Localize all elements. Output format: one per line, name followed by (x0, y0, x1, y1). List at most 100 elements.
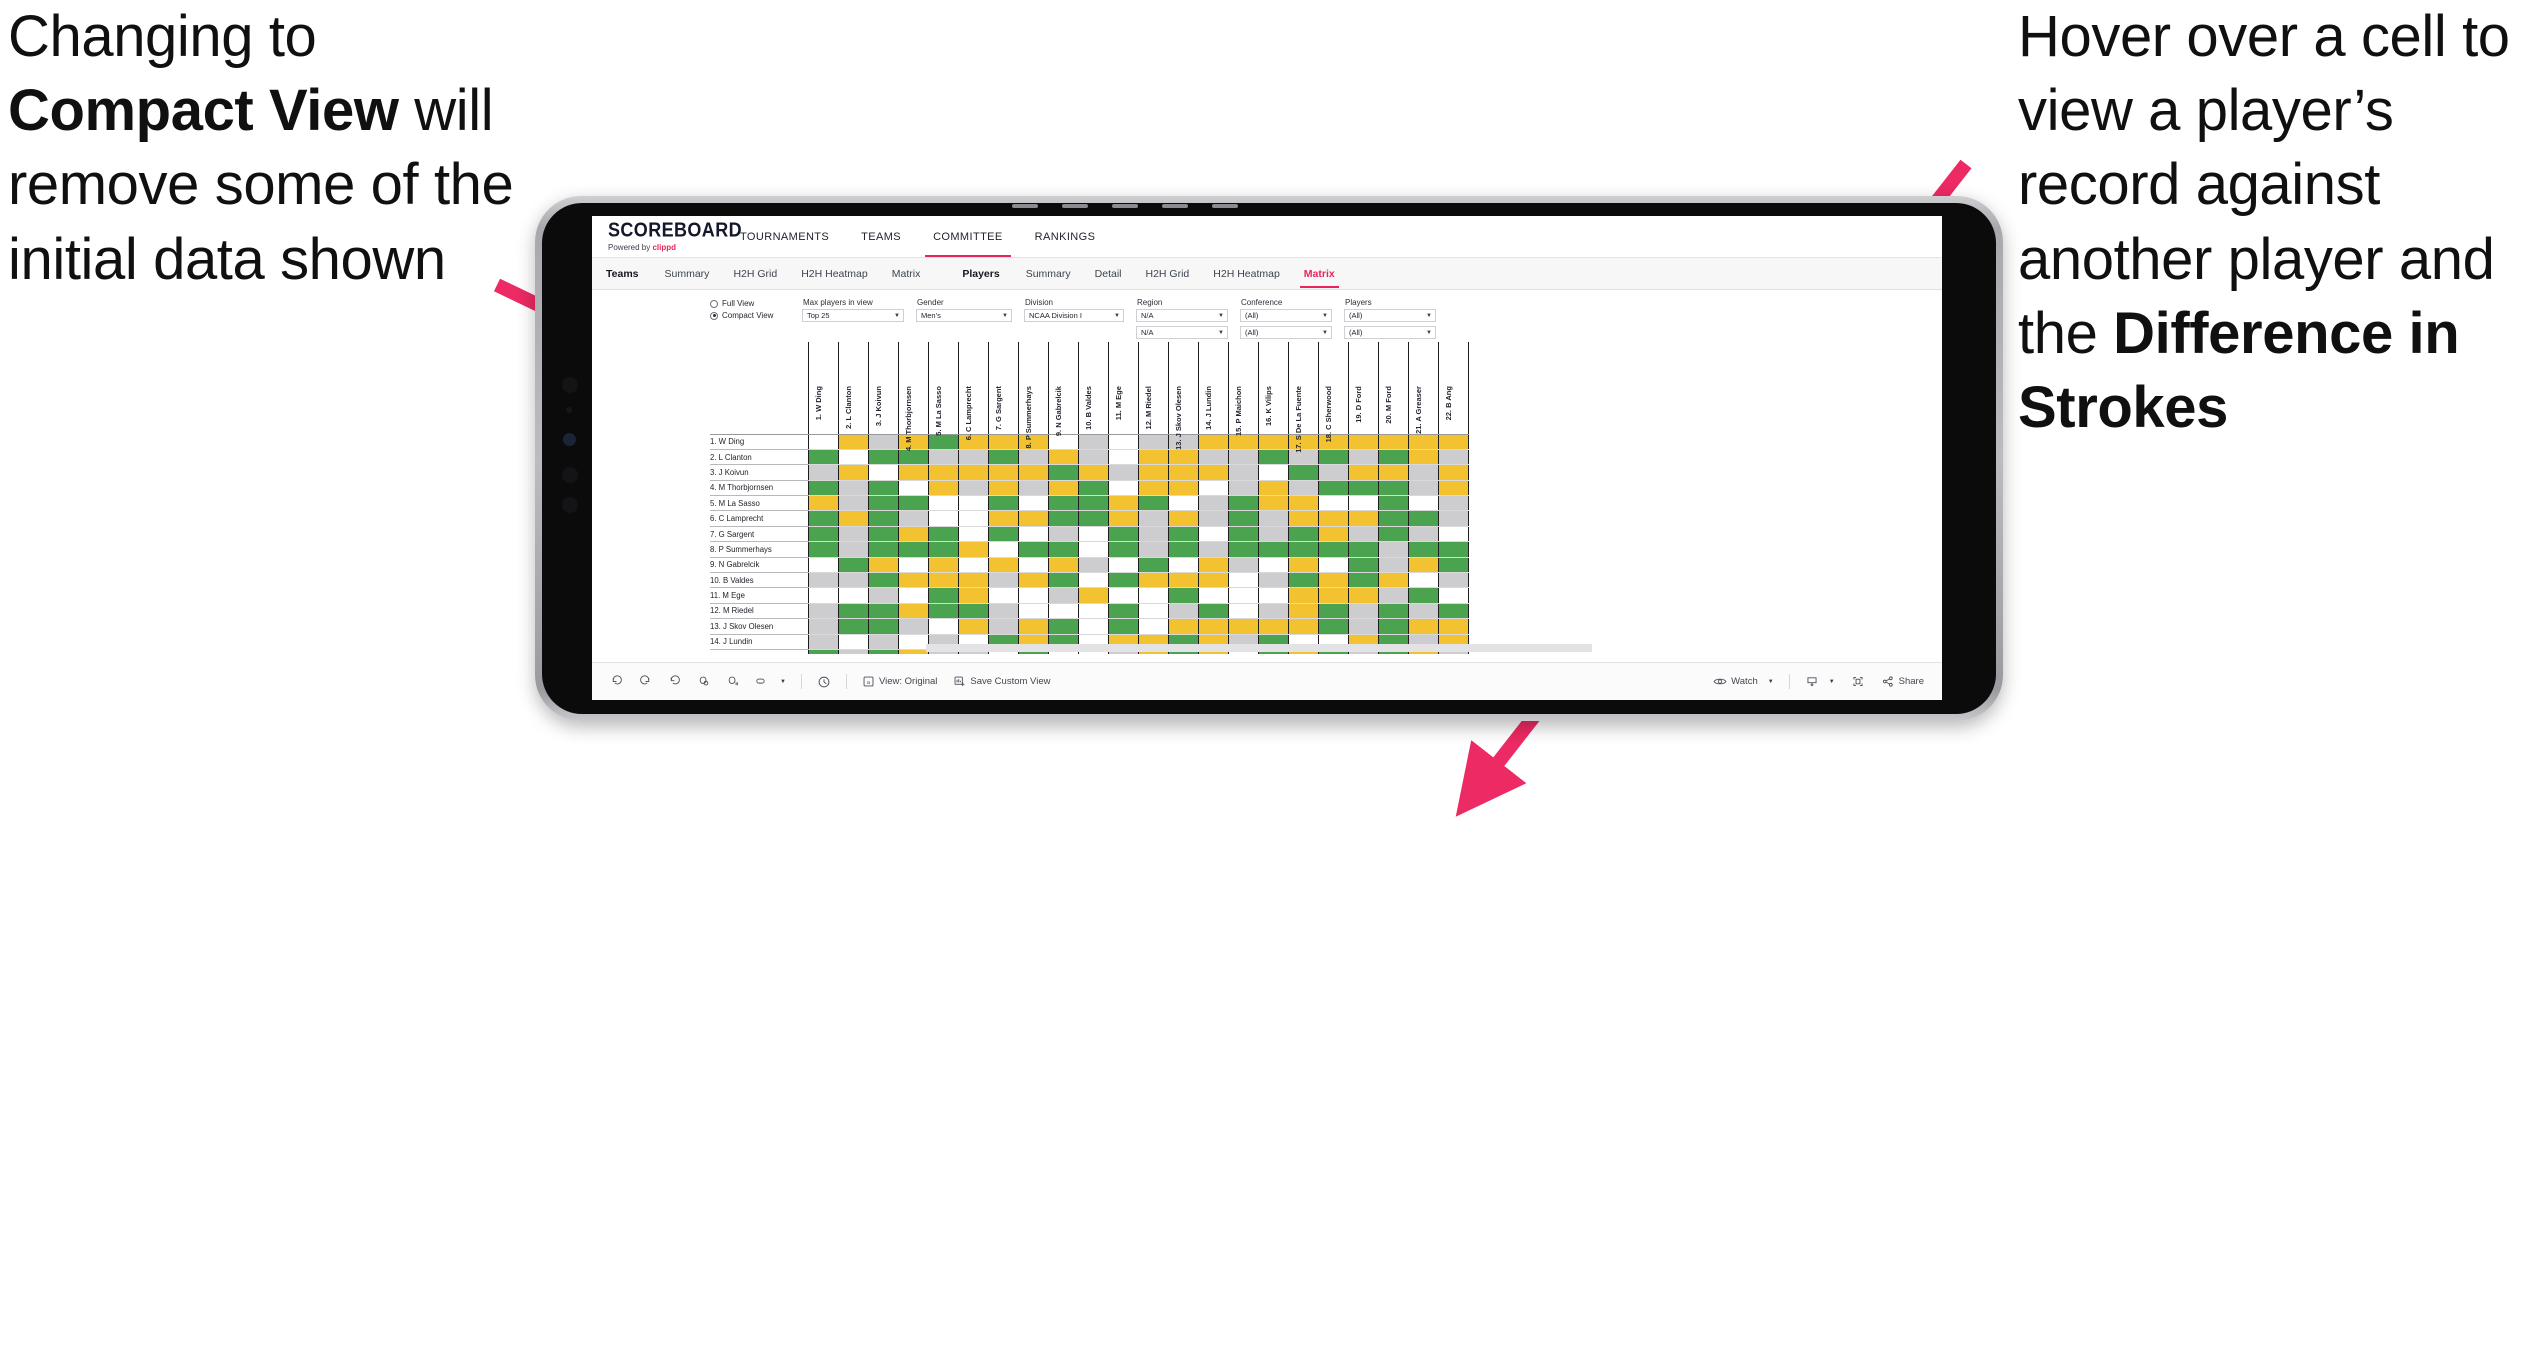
matrix-cell[interactable] (807, 649, 839, 654)
matrix-cell[interactable] (1017, 572, 1049, 589)
subnav-item-teams_group-h2h-grid[interactable]: H2H Grid (721, 258, 789, 290)
matrix-cell[interactable] (1017, 510, 1049, 527)
matrix-cell[interactable] (1197, 557, 1229, 574)
matrix-cell[interactable] (837, 618, 869, 635)
matrix-cell[interactable] (1437, 587, 1469, 604)
matrix-cell[interactable] (807, 557, 839, 574)
matrix-cell[interactable] (897, 541, 929, 558)
matrix-cell[interactable] (867, 572, 899, 589)
matrix-cell[interactable] (1437, 510, 1469, 527)
matrix-cell[interactable] (1197, 449, 1229, 466)
matrix-cell[interactable] (807, 603, 839, 620)
matrix-col-header[interactable]: 15. P Maichon (1227, 342, 1259, 436)
matrix-cell[interactable] (987, 618, 1019, 635)
matrix-cell[interactable] (1137, 603, 1169, 620)
matrix-cell[interactable] (867, 464, 899, 481)
matrix-cell[interactable] (1317, 464, 1349, 481)
matrix-cell[interactable] (927, 449, 959, 466)
matrix-cell[interactable] (807, 510, 839, 527)
filter-region-select-1[interactable]: N/A ▼ (1136, 326, 1228, 339)
matrix-cell[interactable] (837, 572, 869, 589)
matrix-cell[interactable] (1317, 572, 1349, 589)
matrix-cell[interactable] (957, 464, 989, 481)
matrix-cell[interactable] (1167, 464, 1199, 481)
matrix-cell[interactable] (1137, 449, 1169, 466)
matrix-cell[interactable] (1377, 541, 1409, 558)
matrix-cell[interactable] (1287, 510, 1319, 527)
matrix-col-header[interactable]: 5. M La Sasso (927, 342, 959, 436)
matrix-cell[interactable] (897, 603, 929, 620)
matrix-cell[interactable] (1137, 495, 1169, 512)
matrix-cell[interactable] (867, 434, 899, 450)
matrix-row-header[interactable]: 9. N Gabrelcik (710, 557, 808, 574)
matrix-cell[interactable] (867, 649, 899, 654)
matrix-cell[interactable] (987, 526, 1019, 543)
matrix-col-header[interactable]: 10. B Valdes (1077, 342, 1109, 435)
matrix-cell[interactable] (1347, 526, 1379, 543)
matrix-cell[interactable] (1257, 434, 1289, 450)
matrix-cell[interactable] (1437, 449, 1469, 466)
matrix-cell[interactable] (1287, 572, 1319, 589)
filter-conference-select-0[interactable]: (All) ▼ (1240, 309, 1332, 322)
matrix-cell[interactable] (1167, 449, 1199, 466)
matrix-cell[interactable] (1377, 603, 1409, 620)
matrix-cell[interactable] (1317, 495, 1349, 512)
matrix-cell[interactable] (1167, 572, 1199, 589)
matrix-cell[interactable] (1017, 587, 1049, 604)
matrix-cell[interactable] (1197, 495, 1229, 512)
matrix-cell[interactable] (1377, 464, 1409, 481)
matrix-cell[interactable] (1197, 541, 1229, 558)
h2h-matrix[interactable]: 1. W Ding 2. L Clanton 3. J Koivun 4. M Tho… (710, 342, 1932, 654)
matrix-cell[interactable] (1347, 464, 1379, 481)
topnav-item-rankings[interactable]: RANKINGS (1019, 216, 1112, 257)
matrix-cell[interactable] (1377, 449, 1409, 466)
matrix-cell[interactable] (1437, 541, 1469, 558)
matrix-cell[interactable] (1197, 587, 1229, 604)
matrix-cell[interactable] (1287, 603, 1319, 620)
matrix-cell[interactable] (927, 480, 959, 497)
matrix-cell[interactable] (1437, 495, 1469, 512)
matrix-cell[interactable] (807, 449, 839, 466)
matrix-cell[interactable] (1167, 541, 1199, 558)
matrix-cell[interactable] (897, 587, 929, 604)
matrix-cell[interactable] (1287, 557, 1319, 574)
matrix-col-header[interactable]: 17. S De La Fuente (1287, 342, 1319, 453)
revert-button[interactable] (660, 675, 689, 688)
matrix-cell[interactable] (1167, 618, 1199, 635)
matrix-cell[interactable] (1047, 526, 1079, 543)
matrix-row-header[interactable]: 12. M Riedel (710, 603, 808, 620)
matrix-cell[interactable] (957, 541, 989, 558)
matrix-cell[interactable] (1107, 572, 1139, 589)
matrix-cell[interactable] (927, 618, 959, 635)
matrix-horizontal-scrollbar[interactable] (926, 644, 1592, 652)
matrix-cell[interactable] (1137, 541, 1169, 558)
matrix-cell[interactable] (957, 480, 989, 497)
matrix-cell[interactable] (1077, 526, 1109, 543)
matrix-cell[interactable] (1107, 557, 1139, 574)
matrix-cell[interactable] (1227, 510, 1259, 527)
matrix-row-header[interactable]: 8. P Summerhays (710, 541, 808, 558)
matrix-cell[interactable] (1017, 449, 1049, 466)
matrix-cell[interactable] (1227, 434, 1259, 450)
matrix-cell[interactable] (1077, 434, 1109, 450)
matrix-cell[interactable] (1407, 541, 1439, 558)
matrix-cell[interactable] (1077, 557, 1109, 574)
save-custom-view-button[interactable]: Save Custom View (945, 675, 1058, 688)
matrix-col-header[interactable]: 19. D Ford (1347, 342, 1379, 435)
matrix-cell[interactable] (1287, 495, 1319, 512)
undo-button[interactable] (602, 675, 631, 688)
brand-logo[interactable]: SCOREBOARD Powered by clippd (592, 216, 742, 257)
matrix-cell[interactable] (1137, 587, 1169, 604)
matrix-cell[interactable] (1227, 587, 1259, 604)
matrix-cell[interactable] (837, 649, 869, 654)
matrix-cell[interactable] (1137, 572, 1169, 589)
matrix-cell[interactable] (837, 557, 869, 574)
matrix-cell[interactable] (867, 449, 899, 466)
matrix-cell[interactable] (1137, 434, 1169, 450)
matrix-cell[interactable] (1257, 557, 1289, 574)
matrix-col-header[interactable]: 22. B Ang (1437, 342, 1469, 435)
view-mode-compact-view[interactable]: Compact View (710, 311, 788, 320)
matrix-cell[interactable] (1167, 510, 1199, 527)
matrix-cell[interactable] (807, 541, 839, 558)
matrix-cell[interactable] (1227, 449, 1259, 466)
